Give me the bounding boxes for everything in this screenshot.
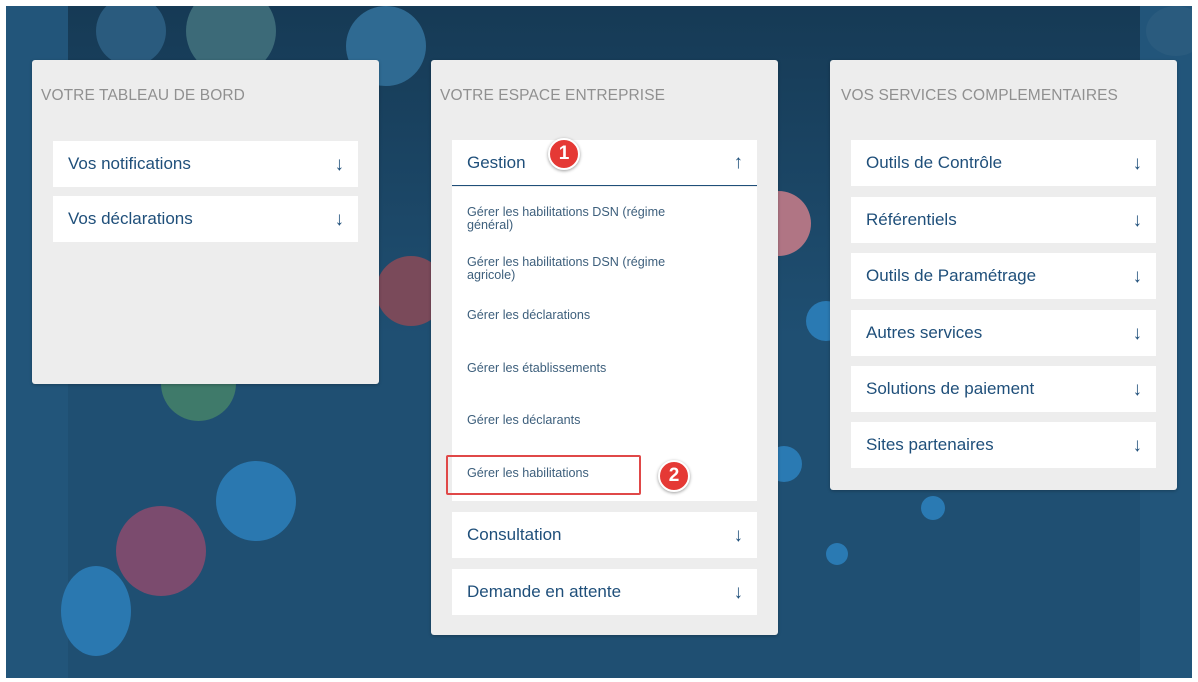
pending-request-label: Demande en attente	[467, 582, 622, 601]
bubble	[216, 461, 296, 541]
arrow-down-icon: ↓	[733, 581, 744, 603]
sites-partenaires-accordion[interactable]: Sites partenaires ↓	[851, 422, 1156, 468]
bubble	[116, 506, 206, 596]
arrow-down-icon: ↓	[1132, 265, 1143, 287]
consultation-accordion[interactable]: Consultation ↓	[452, 512, 757, 558]
declarations-accordion[interactable]: Vos déclarations ↓	[53, 196, 358, 242]
autres-services-accordion[interactable]: Autres services ↓	[851, 310, 1156, 356]
arrow-down-icon: ↓	[334, 153, 345, 175]
notifications-accordion[interactable]: Vos notifications ↓	[53, 141, 358, 187]
solutions-paiement-accordion[interactable]: Solutions de paiement ↓	[851, 366, 1156, 412]
referentiels-label: Référentiels	[866, 210, 957, 229]
notifications-label: Vos notifications	[68, 154, 191, 173]
link-habilitations-dsn-agricole[interactable]: Gérer les habilitations DSN (régime agri…	[467, 256, 707, 282]
solutions-paiement-label: Solutions de paiement	[866, 379, 1035, 398]
arrow-down-icon: ↓	[334, 208, 345, 230]
link-gerer-declarations[interactable]: Gérer les déclarations	[467, 309, 727, 322]
enterprise-panel: VOTRE ESPACE ENTREPRISE Gestion ↑ Gérer …	[431, 60, 778, 635]
outils-parametrage-label: Outils de Paramétrage	[866, 266, 1037, 285]
dashboard-panel: VOTRE TABLEAU DE BORD Vos notifications …	[32, 60, 379, 384]
arrow-down-icon: ↓	[1132, 209, 1143, 231]
step-2-badge: 2	[658, 460, 690, 492]
arrow-down-icon: ↓	[733, 524, 744, 546]
arrow-up-icon: ↑	[733, 152, 744, 173]
arrow-down-icon: ↓	[1132, 322, 1143, 344]
outils-parametrage-accordion[interactable]: Outils de Paramétrage ↓	[851, 253, 1156, 299]
link-gerer-etablissements[interactable]: Gérer les établissements	[467, 362, 727, 375]
services-panel: VOS SERVICES COMPLEMENTAIRES Outils de C…	[830, 60, 1177, 490]
autres-services-label: Autres services	[866, 323, 983, 342]
declarations-label: Vos déclarations	[68, 209, 193, 228]
arrow-down-icon: ↓	[1132, 152, 1143, 174]
bubble	[61, 566, 131, 656]
pending-request-accordion[interactable]: Demande en attente ↓	[452, 569, 757, 615]
step-1-badge: 1	[548, 138, 580, 170]
dashboard-panel-title: VOTRE TABLEAU DE BORD	[41, 87, 245, 104]
outils-controle-label: Outils de Contrôle	[866, 153, 1003, 172]
referentiels-accordion[interactable]: Référentiels ↓	[851, 197, 1156, 243]
gestion-label: Gestion	[467, 152, 526, 172]
link-habilitations-dsn-general[interactable]: Gérer les habilitations DSN (régime géné…	[467, 206, 707, 232]
bubble	[921, 496, 945, 520]
arrow-down-icon: ↓	[1132, 434, 1143, 456]
arrow-down-icon: ↓	[1132, 378, 1143, 400]
outils-controle-accordion[interactable]: Outils de Contrôle ↓	[851, 140, 1156, 186]
highlight-box	[446, 455, 641, 495]
link-gerer-declarants[interactable]: Gérer les déclarants	[467, 414, 727, 427]
consultation-label: Consultation	[467, 525, 562, 544]
sites-partenaires-label: Sites partenaires	[866, 435, 994, 454]
enterprise-panel-title: VOTRE ESPACE ENTREPRISE	[440, 87, 666, 104]
gestion-submenu: Gérer les habilitations DSN (régime géné…	[452, 187, 757, 501]
bubble	[826, 543, 848, 565]
services-panel-title: VOS SERVICES COMPLEMENTAIRES	[841, 87, 1118, 104]
gestion-accordion[interactable]: Gestion ↑	[452, 140, 757, 186]
